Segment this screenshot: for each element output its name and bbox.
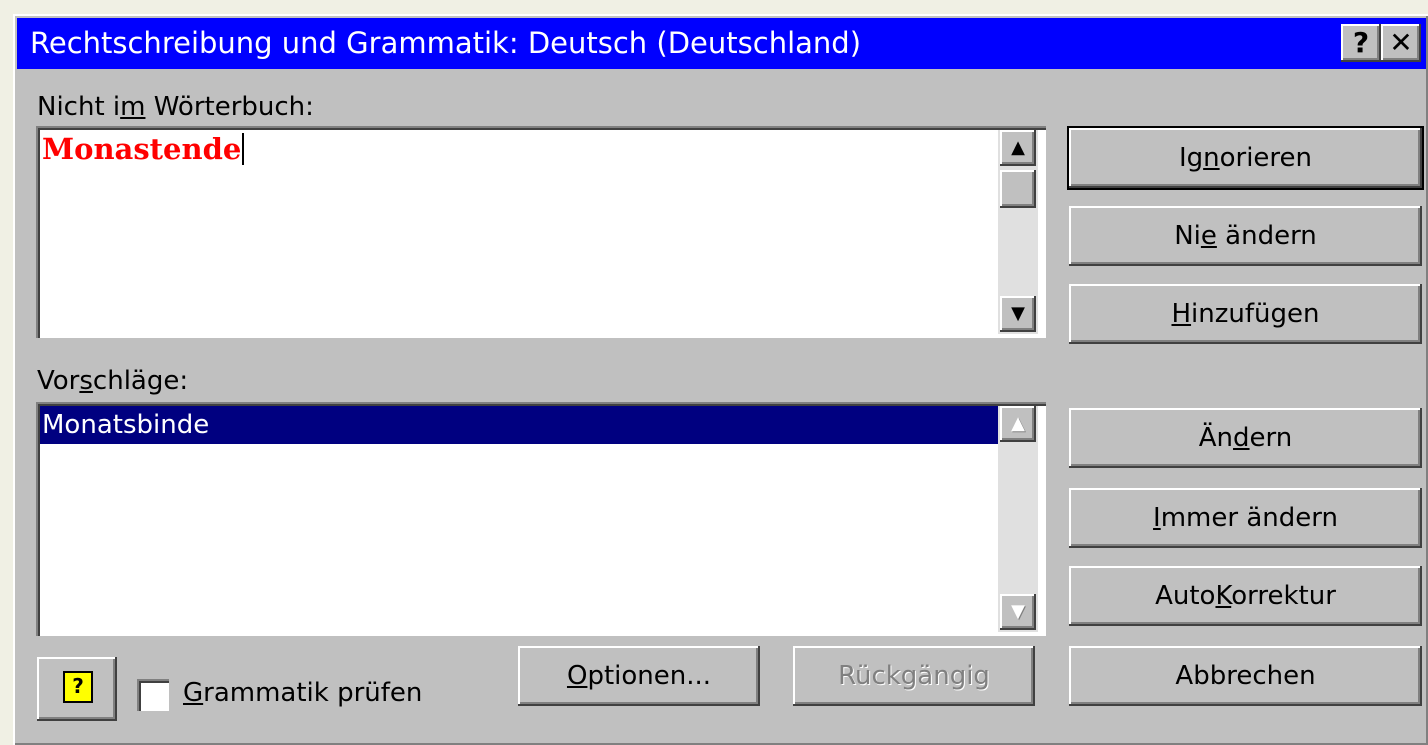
change-button[interactable]: Ändern — [1069, 408, 1422, 468]
office-assistant-icon: ? — [63, 671, 93, 703]
suggestions-label: Vorschläge: — [37, 366, 189, 396]
scroll-down-icon[interactable]: ▼ — [1000, 594, 1036, 630]
not-in-dictionary-label: Nicht im Wörterbuch: — [37, 92, 314, 122]
options-button[interactable]: Optionen... — [518, 646, 760, 706]
title-bar: Rechtschreibung und Grammatik: Deutsch (… — [17, 18, 1426, 69]
office-assistant-button[interactable]: ? — [37, 657, 117, 721]
scroll-up-icon[interactable]: ▲ — [1000, 406, 1036, 442]
ignore-button[interactable]: Ignorieren — [1069, 128, 1422, 188]
text-caret — [242, 133, 245, 165]
grammar-checkbox[interactable] — [137, 679, 169, 711]
misspelled-word[interactable]: Monastende — [42, 132, 245, 166]
suggestions-scrollbar[interactable]: ▲ ▼ — [998, 406, 1038, 632]
always-change-button[interactable]: Immer ändern — [1069, 488, 1422, 548]
scroll-thumb[interactable] — [1000, 170, 1036, 208]
scroll-up-icon[interactable]: ▲ — [1000, 130, 1036, 166]
not-in-dictionary-textbox[interactable]: Monastende ▲ ▼ — [36, 126, 1046, 338]
add-button[interactable]: Hinzufügen — [1069, 284, 1422, 344]
autocorrect-button[interactable]: AutoKorrektur — [1069, 566, 1422, 626]
undo-button: Rückgängig — [793, 646, 1035, 706]
window-title: Rechtschreibung und Grammatik: Deutsch (… — [30, 26, 862, 60]
suggestion-item[interactable]: Monatsbinde — [40, 406, 1008, 444]
spelling-dialog: Rechtschreibung und Grammatik: Deutsch (… — [13, 14, 1428, 745]
never-change-button[interactable]: Nie ändern — [1069, 206, 1422, 266]
help-icon[interactable]: ? — [1341, 24, 1381, 62]
scroll-down-icon[interactable]: ▼ — [1000, 296, 1036, 332]
textbox-scrollbar[interactable]: ▲ ▼ — [998, 130, 1038, 334]
cancel-button[interactable]: Abbrechen — [1069, 646, 1422, 706]
suggestions-list[interactable]: Monatsbinde ▲ ▼ — [36, 402, 1046, 636]
close-icon[interactable]: ✕ — [1381, 24, 1421, 62]
grammar-checkbox-label[interactable]: Grammatik prüfen — [183, 678, 422, 708]
